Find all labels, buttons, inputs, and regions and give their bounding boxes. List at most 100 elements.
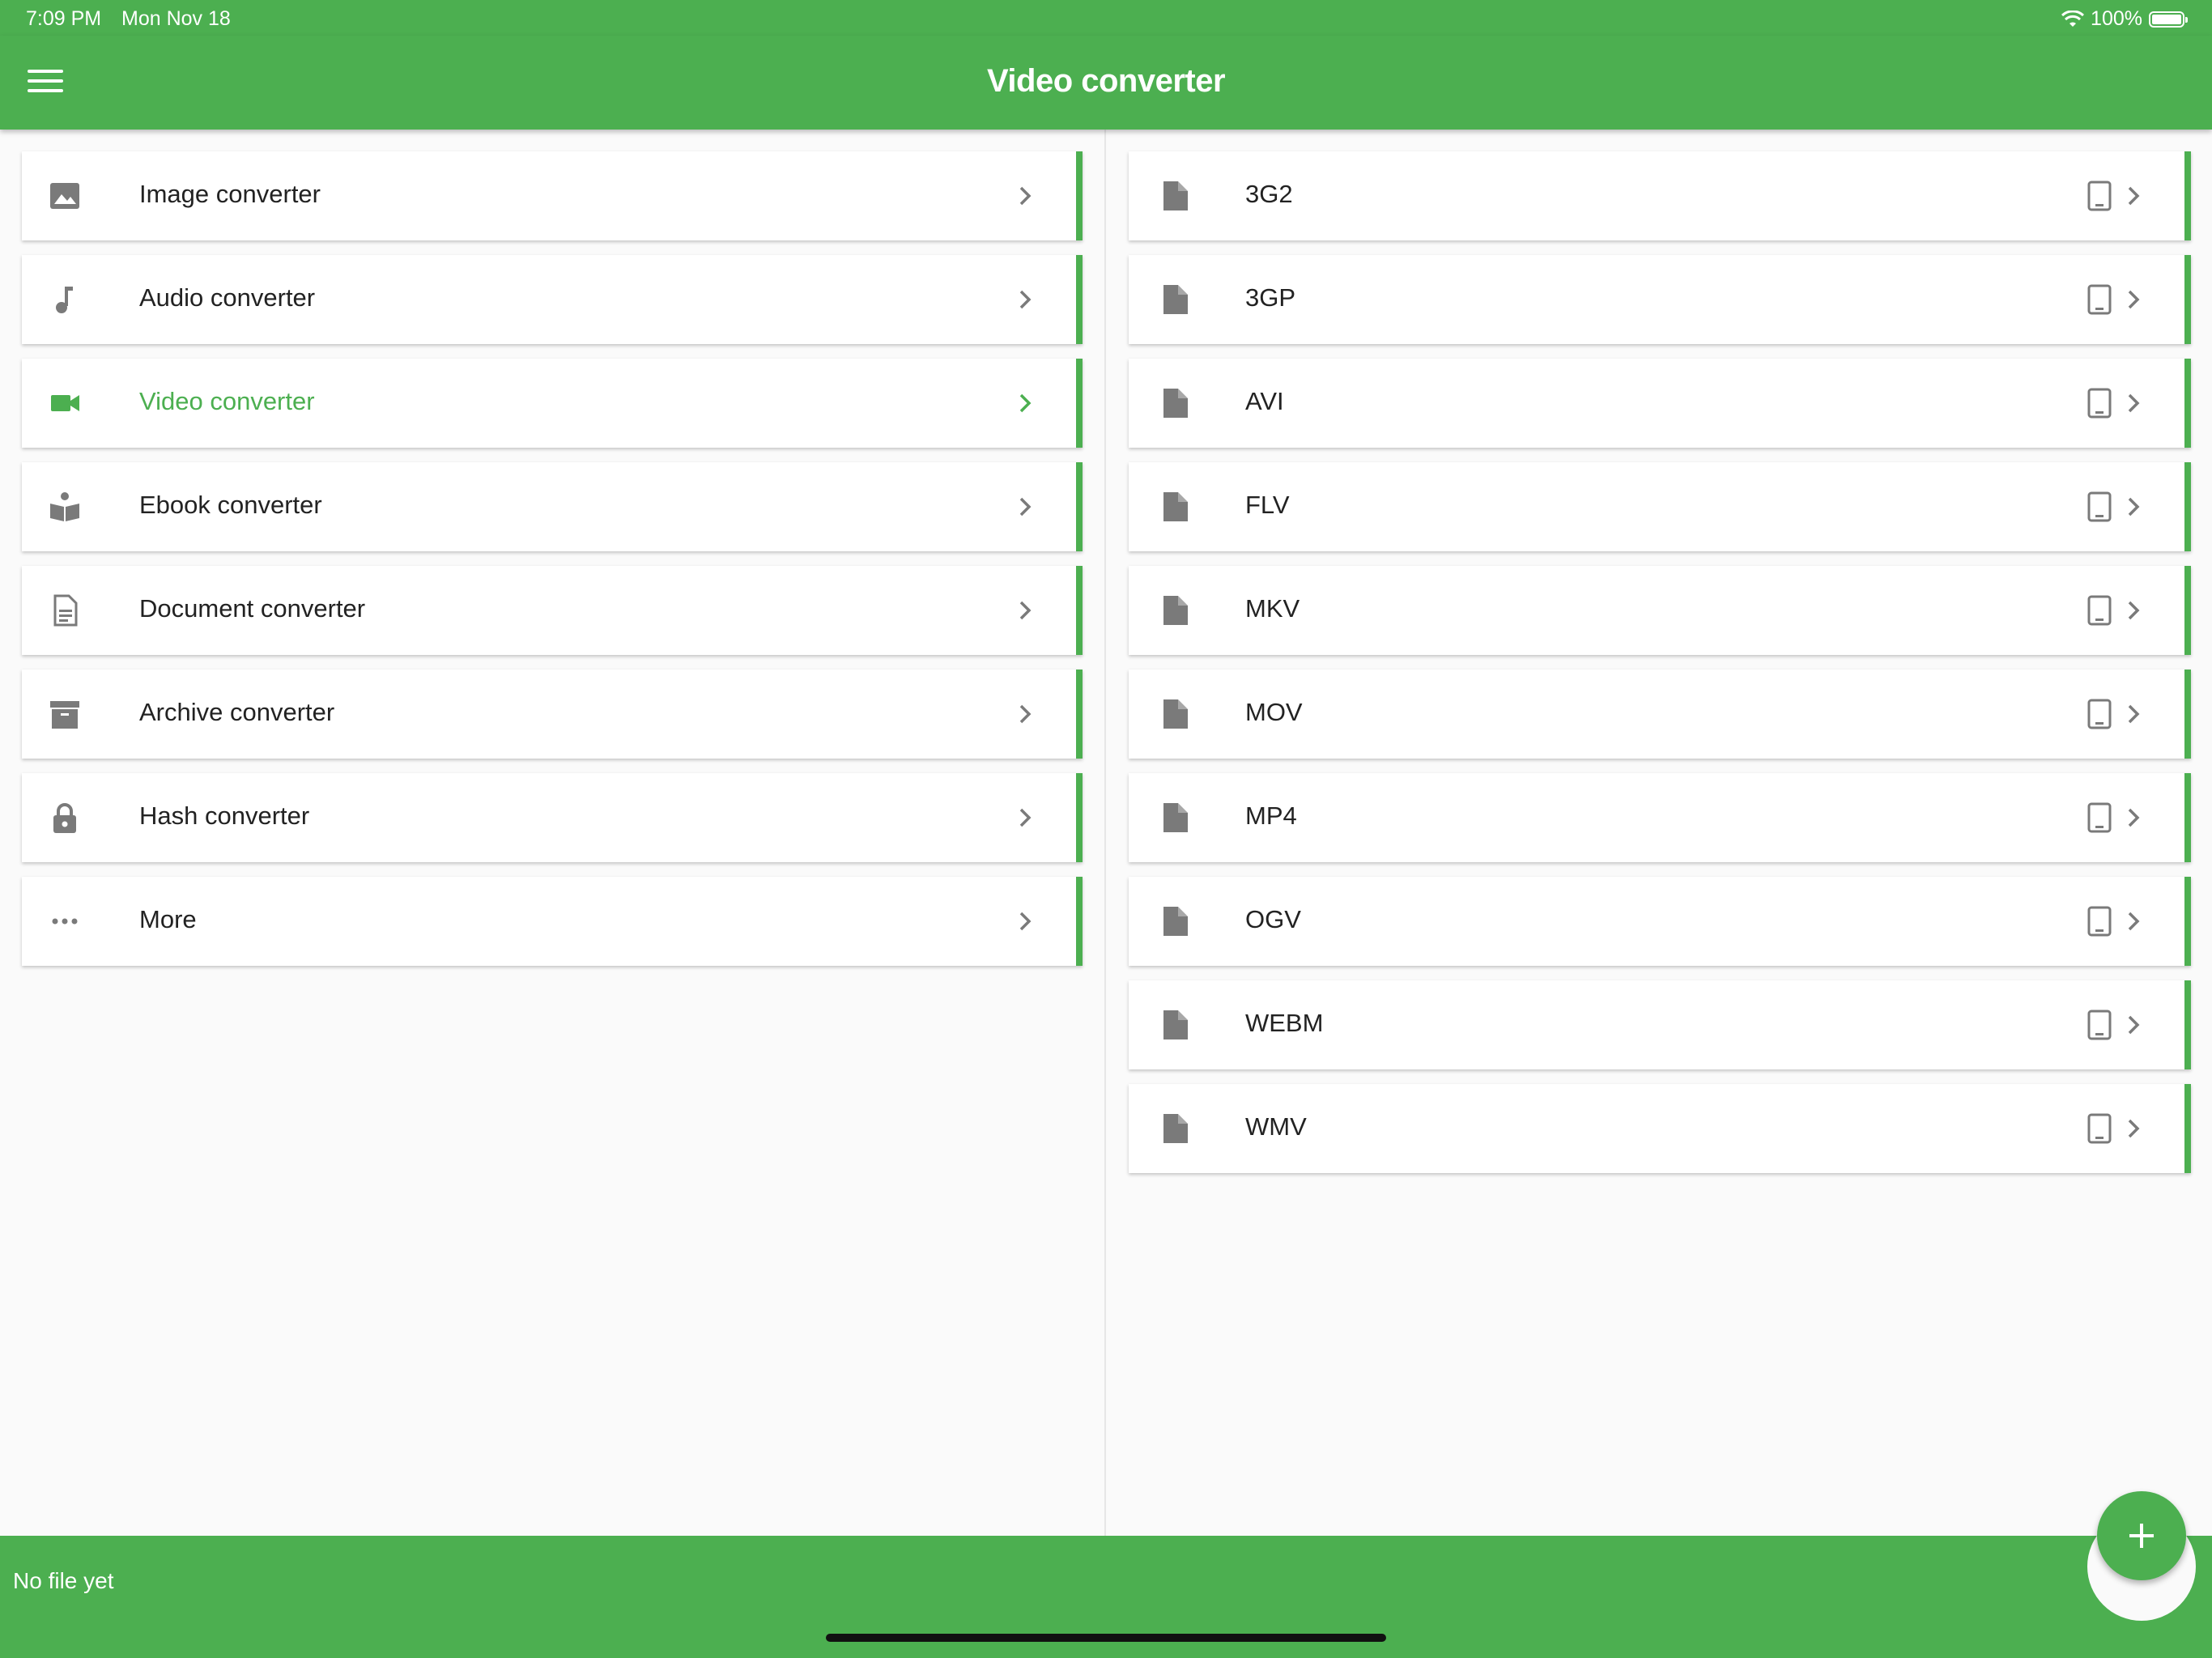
sidebar-item-video-converter[interactable]: Video converter	[22, 359, 1083, 448]
file-status: No file yet	[13, 1568, 114, 1593]
sidebar-item-label: Video converter	[139, 387, 315, 415]
status-date: Mon Nov 18	[121, 7, 231, 30]
app-bar: Video converter	[0, 36, 2212, 130]
format-list: 3G2 3GP AVI FLV MKV MOV MP4 OGV WEBM WMV	[1129, 151, 2191, 1188]
file-icon	[1159, 180, 1191, 212]
chevron-right-icon	[1019, 808, 1032, 827]
format-item-webm[interactable]: WEBM	[1129, 980, 2191, 1069]
chevron-right-icon	[1019, 186, 1032, 206]
file-icon	[1159, 387, 1191, 419]
format-item-3g2[interactable]: 3G2	[1129, 151, 2191, 240]
tablet-icon[interactable]	[2087, 595, 2112, 626]
chevron-right-icon	[2128, 186, 2140, 206]
document-icon	[49, 594, 81, 627]
sidebar-item-image-converter[interactable]: Image converter	[22, 151, 1083, 240]
format-label: OGV	[1245, 905, 1301, 933]
app-root: 7:09 PM Mon Nov 18 100% Video converter …	[0, 0, 2212, 1658]
format-label: 3GP	[1245, 283, 1296, 312]
file-icon	[1159, 801, 1191, 834]
tablet-icon[interactable]	[2087, 1113, 2112, 1144]
file-icon	[1159, 283, 1191, 316]
tablet-icon[interactable]	[2087, 181, 2112, 211]
tablet-icon[interactable]	[2087, 699, 2112, 729]
lock-icon	[49, 801, 81, 834]
status-time: 7:09 PM	[26, 7, 102, 30]
status-indicators: 100%	[2061, 7, 2188, 31]
music-note-icon	[49, 283, 81, 316]
chevron-right-icon	[2128, 497, 2140, 517]
tablet-icon[interactable]	[2087, 388, 2112, 419]
chevron-right-icon	[2128, 912, 2140, 931]
format-item-flv[interactable]: FLV	[1129, 462, 2191, 551]
tablet-icon[interactable]	[2087, 802, 2112, 833]
sidebar-item-document-converter[interactable]: Document converter	[22, 566, 1083, 655]
chevron-right-icon	[2128, 290, 2140, 309]
archive-box-icon	[49, 698, 81, 730]
chevron-right-icon	[1019, 497, 1032, 517]
sidebar-item-more[interactable]: More	[22, 877, 1083, 966]
file-icon	[1159, 905, 1191, 937]
sidebar-item-label: Document converter	[139, 594, 366, 623]
plus-icon	[2129, 1524, 2154, 1548]
format-item-ogv[interactable]: OGV	[1129, 877, 2191, 966]
bottom-bar: No file yet	[0, 1536, 2212, 1658]
battery-percent: 100%	[2091, 7, 2142, 30]
tablet-icon[interactable]	[2087, 284, 2112, 315]
format-label: MOV	[1245, 698, 1303, 726]
chevron-right-icon	[1019, 601, 1032, 620]
sidebar-item-audio-converter[interactable]: Audio converter	[22, 255, 1083, 344]
chevron-right-icon	[2128, 601, 2140, 620]
file-icon	[1159, 1009, 1191, 1041]
file-icon	[1159, 594, 1191, 627]
sidebar-item-label: More	[139, 905, 197, 933]
tablet-icon[interactable]	[2087, 1010, 2112, 1040]
pane-divider	[1104, 130, 1106, 1537]
chevron-right-icon	[1019, 393, 1032, 413]
chevron-right-icon	[1019, 912, 1032, 931]
sidebar-item-label: Image converter	[139, 180, 321, 208]
format-item-mkv[interactable]: MKV	[1129, 566, 2191, 655]
converter-list: Image converter Audio converter Video conv…	[22, 151, 1083, 980]
chevron-right-icon	[2128, 393, 2140, 413]
file-icon	[1159, 1112, 1191, 1145]
chevron-right-icon	[1019, 290, 1032, 309]
tablet-icon[interactable]	[2087, 906, 2112, 937]
format-label: AVI	[1245, 387, 1284, 415]
battery-icon	[2149, 11, 2188, 28]
format-label: MKV	[1245, 594, 1300, 623]
home-indicator[interactable]	[826, 1634, 1386, 1642]
chevron-right-icon	[2128, 704, 2140, 724]
format-label: FLV	[1245, 491, 1290, 519]
book-reader-icon	[49, 491, 81, 523]
format-label: WEBM	[1245, 1009, 1324, 1037]
format-item-avi[interactable]: AVI	[1129, 359, 2191, 448]
sidebar-item-label: Audio converter	[139, 283, 316, 312]
format-label: 3G2	[1245, 180, 1293, 208]
format-item-3gp[interactable]: 3GP	[1129, 255, 2191, 344]
format-label: WMV	[1245, 1112, 1307, 1141]
sidebar-item-label: Hash converter	[139, 801, 310, 830]
format-item-mp4[interactable]: MP4	[1129, 773, 2191, 862]
add-file-button[interactable]	[2097, 1491, 2186, 1580]
file-icon	[1159, 698, 1191, 730]
wifi-icon	[2061, 10, 2085, 27]
format-item-wmv[interactable]: WMV	[1129, 1084, 2191, 1173]
format-item-mov[interactable]: MOV	[1129, 670, 2191, 759]
image-icon	[49, 180, 81, 212]
sidebar-item-label: Ebook converter	[139, 491, 322, 519]
sidebar-item-hash-converter[interactable]: Hash converter	[22, 773, 1083, 862]
chevron-right-icon	[2128, 1119, 2140, 1138]
file-icon	[1159, 491, 1191, 523]
sidebar-item-ebook-converter[interactable]: Ebook converter	[22, 462, 1083, 551]
format-label: MP4	[1245, 801, 1297, 830]
status-bar: 7:09 PM Mon Nov 18 100%	[0, 0, 2212, 36]
sidebar-item-label: Archive converter	[139, 698, 335, 726]
sidebar-item-archive-converter[interactable]: Archive converter	[22, 670, 1083, 759]
page-title: Video converter	[986, 63, 1226, 99]
more-dots-icon	[49, 905, 81, 937]
chevron-right-icon	[2128, 808, 2140, 827]
videocam-icon	[49, 387, 81, 419]
tablet-icon[interactable]	[2087, 491, 2112, 522]
chevron-right-icon	[2128, 1015, 2140, 1035]
chevron-right-icon	[1019, 704, 1032, 724]
